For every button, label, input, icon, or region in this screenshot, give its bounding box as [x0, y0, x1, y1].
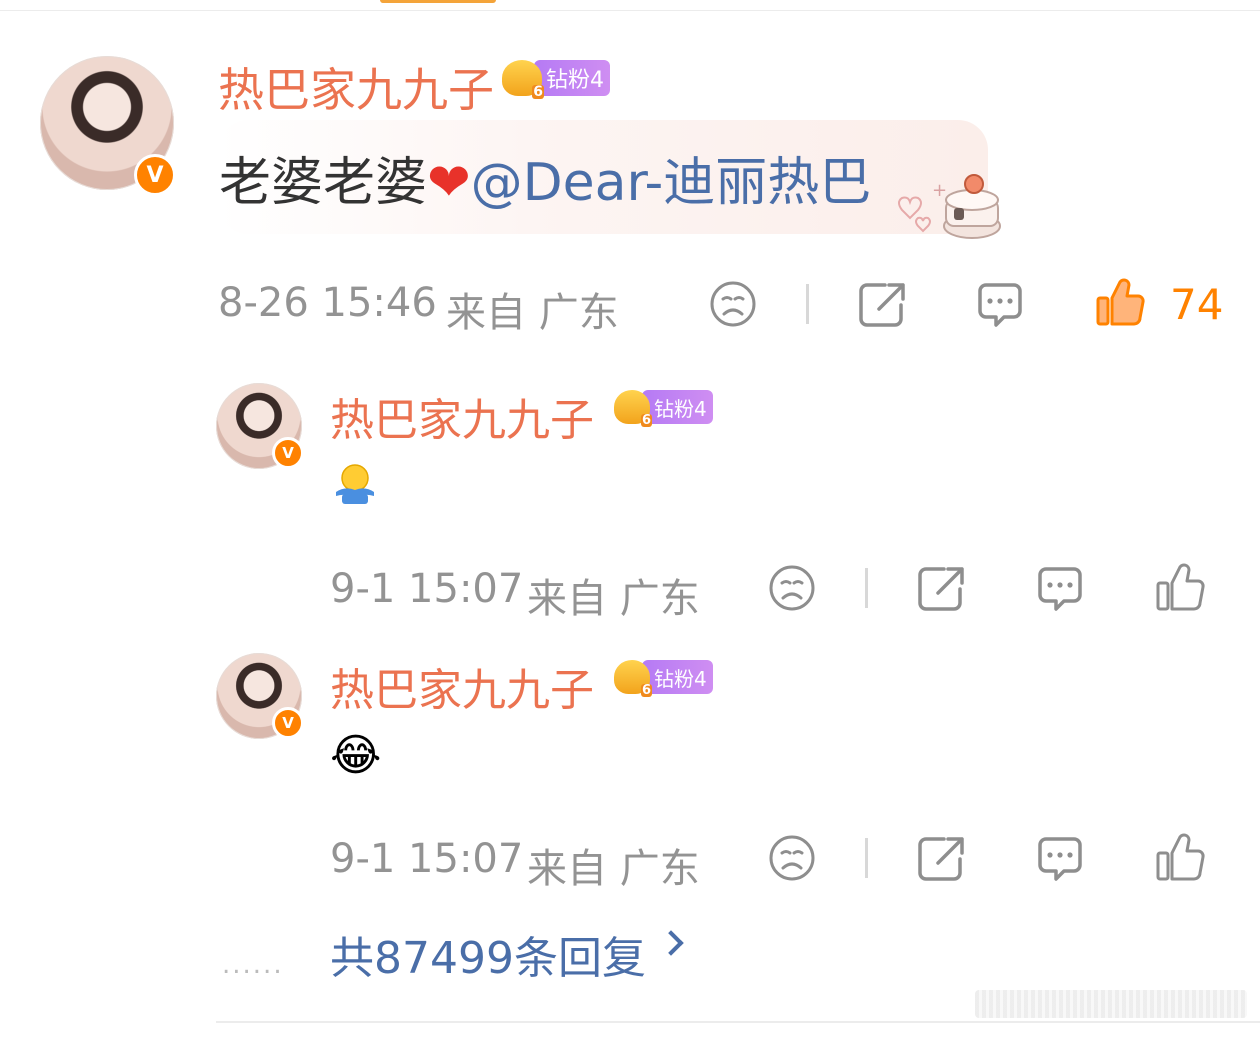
share-icon[interactable]: [857, 279, 909, 329]
svg-text:+: +: [932, 180, 947, 201]
watermark: [975, 990, 1247, 1018]
crown-icon: 6: [614, 390, 652, 428]
comment-content: 老婆老婆❤@Dear-迪丽热巴: [219, 140, 871, 215]
comment-time: 8-26 15:46: [218, 280, 437, 326]
share-icon[interactable]: [916, 833, 968, 883]
fan-level-badge[interactable]: 6 钻粉4: [502, 60, 610, 100]
divider: [806, 284, 809, 324]
reply-avatar[interactable]: V: [216, 653, 304, 739]
avatar[interactable]: V: [40, 56, 176, 196]
laugh-cry-emoji: 😂: [330, 730, 382, 781]
cake-decoration-icon: +: [898, 174, 1001, 239]
reply-location: 来自 广东: [527, 576, 700, 622]
verified-v-icon: V: [272, 437, 304, 469]
badge-label: 钻粉4: [642, 390, 713, 424]
sad-face-icon[interactable]: [767, 833, 817, 883]
divider: [865, 568, 868, 608]
reply-location: 来自 广东: [527, 846, 700, 892]
heart-icon: ❤: [427, 153, 471, 213]
sad-face-icon[interactable]: [767, 563, 817, 613]
crown-level: 6: [532, 84, 544, 100]
tab-indicator: [380, 0, 496, 3]
reply-time: 9-1 15:07: [330, 836, 524, 882]
reply-username[interactable]: 热巴家九九子: [330, 384, 594, 448]
chevron-right-icon[interactable]: [658, 930, 684, 956]
badge-label: 钻粉4: [534, 60, 610, 96]
mention-link[interactable]: @Dear-迪丽热巴: [471, 153, 872, 213]
thumbs-up-icon[interactable]: [1094, 276, 1146, 328]
verified-v-icon: V: [272, 707, 304, 739]
reply-avatar[interactable]: V: [216, 383, 304, 469]
verified-v-icon: V: [134, 154, 176, 196]
comment-icon[interactable]: [974, 279, 1026, 331]
fan-level-badge[interactable]: 6 钻粉4: [614, 390, 713, 428]
comment-location: 来自 广东: [446, 290, 619, 336]
top-divider: [0, 10, 1260, 11]
thumbs-up-icon[interactable]: [1154, 561, 1206, 613]
bottom-divider: [216, 1021, 1260, 1023]
share-icon[interactable]: [916, 563, 968, 613]
like-count: 74: [1170, 280, 1224, 329]
comment-text: 老婆老婆: [219, 153, 428, 213]
comment-icon[interactable]: [1034, 833, 1086, 885]
divider: [865, 838, 868, 878]
crown-level: 6: [640, 413, 652, 428]
comment-icon[interactable]: [1034, 563, 1086, 615]
crown-icon: 6: [502, 60, 544, 100]
sad-face-icon[interactable]: [708, 279, 758, 329]
view-all-replies-link[interactable]: 共87499条回复: [330, 922, 646, 986]
more-dots: ......: [222, 950, 284, 980]
thumbs-up-icon[interactable]: [1154, 831, 1206, 883]
badge-label: 钻粉4: [642, 660, 713, 694]
reply-username[interactable]: 热巴家九九子: [330, 654, 594, 718]
crown-icon: 6: [614, 660, 652, 698]
username[interactable]: 热巴家九九子: [218, 54, 494, 120]
crown-level: 6: [640, 683, 652, 698]
hug-emoji: [336, 464, 374, 504]
fan-level-badge[interactable]: 6 钻粉4: [614, 660, 713, 698]
reply-time: 9-1 15:07: [330, 566, 524, 612]
